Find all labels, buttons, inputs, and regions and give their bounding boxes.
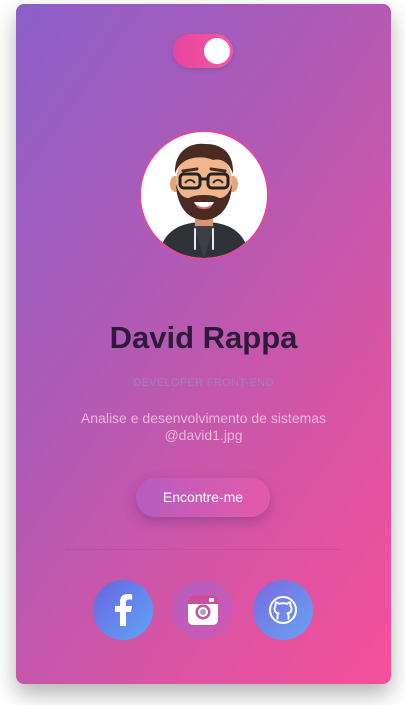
profile-name: David Rappa xyxy=(109,320,298,355)
instagram-button[interactable] xyxy=(173,580,233,640)
profile-description-block: Analise e desenvolvimento de sistemas @d… xyxy=(16,410,391,444)
divider xyxy=(66,549,341,550)
profile-card: David Rappa DEVELOPER FRONT-END Analise … xyxy=(16,4,391,684)
instagram-icon xyxy=(188,595,218,625)
profile-description: Analise e desenvolvimento de sistemas xyxy=(80,410,327,426)
github-icon xyxy=(269,596,297,624)
profile-handle: @david1.jpg xyxy=(164,427,243,443)
avatar-illustration-icon xyxy=(141,132,267,258)
facebook-icon xyxy=(115,594,133,626)
find-me-button[interactable]: Encontre-me xyxy=(136,478,270,517)
theme-toggle[interactable] xyxy=(173,34,233,68)
avatar xyxy=(139,130,269,260)
facebook-button[interactable] xyxy=(93,580,153,640)
github-button[interactable] xyxy=(253,580,313,640)
profile-role: DEVELOPER FRONT-END xyxy=(133,377,274,389)
toggle-knob[interactable] xyxy=(204,38,230,64)
